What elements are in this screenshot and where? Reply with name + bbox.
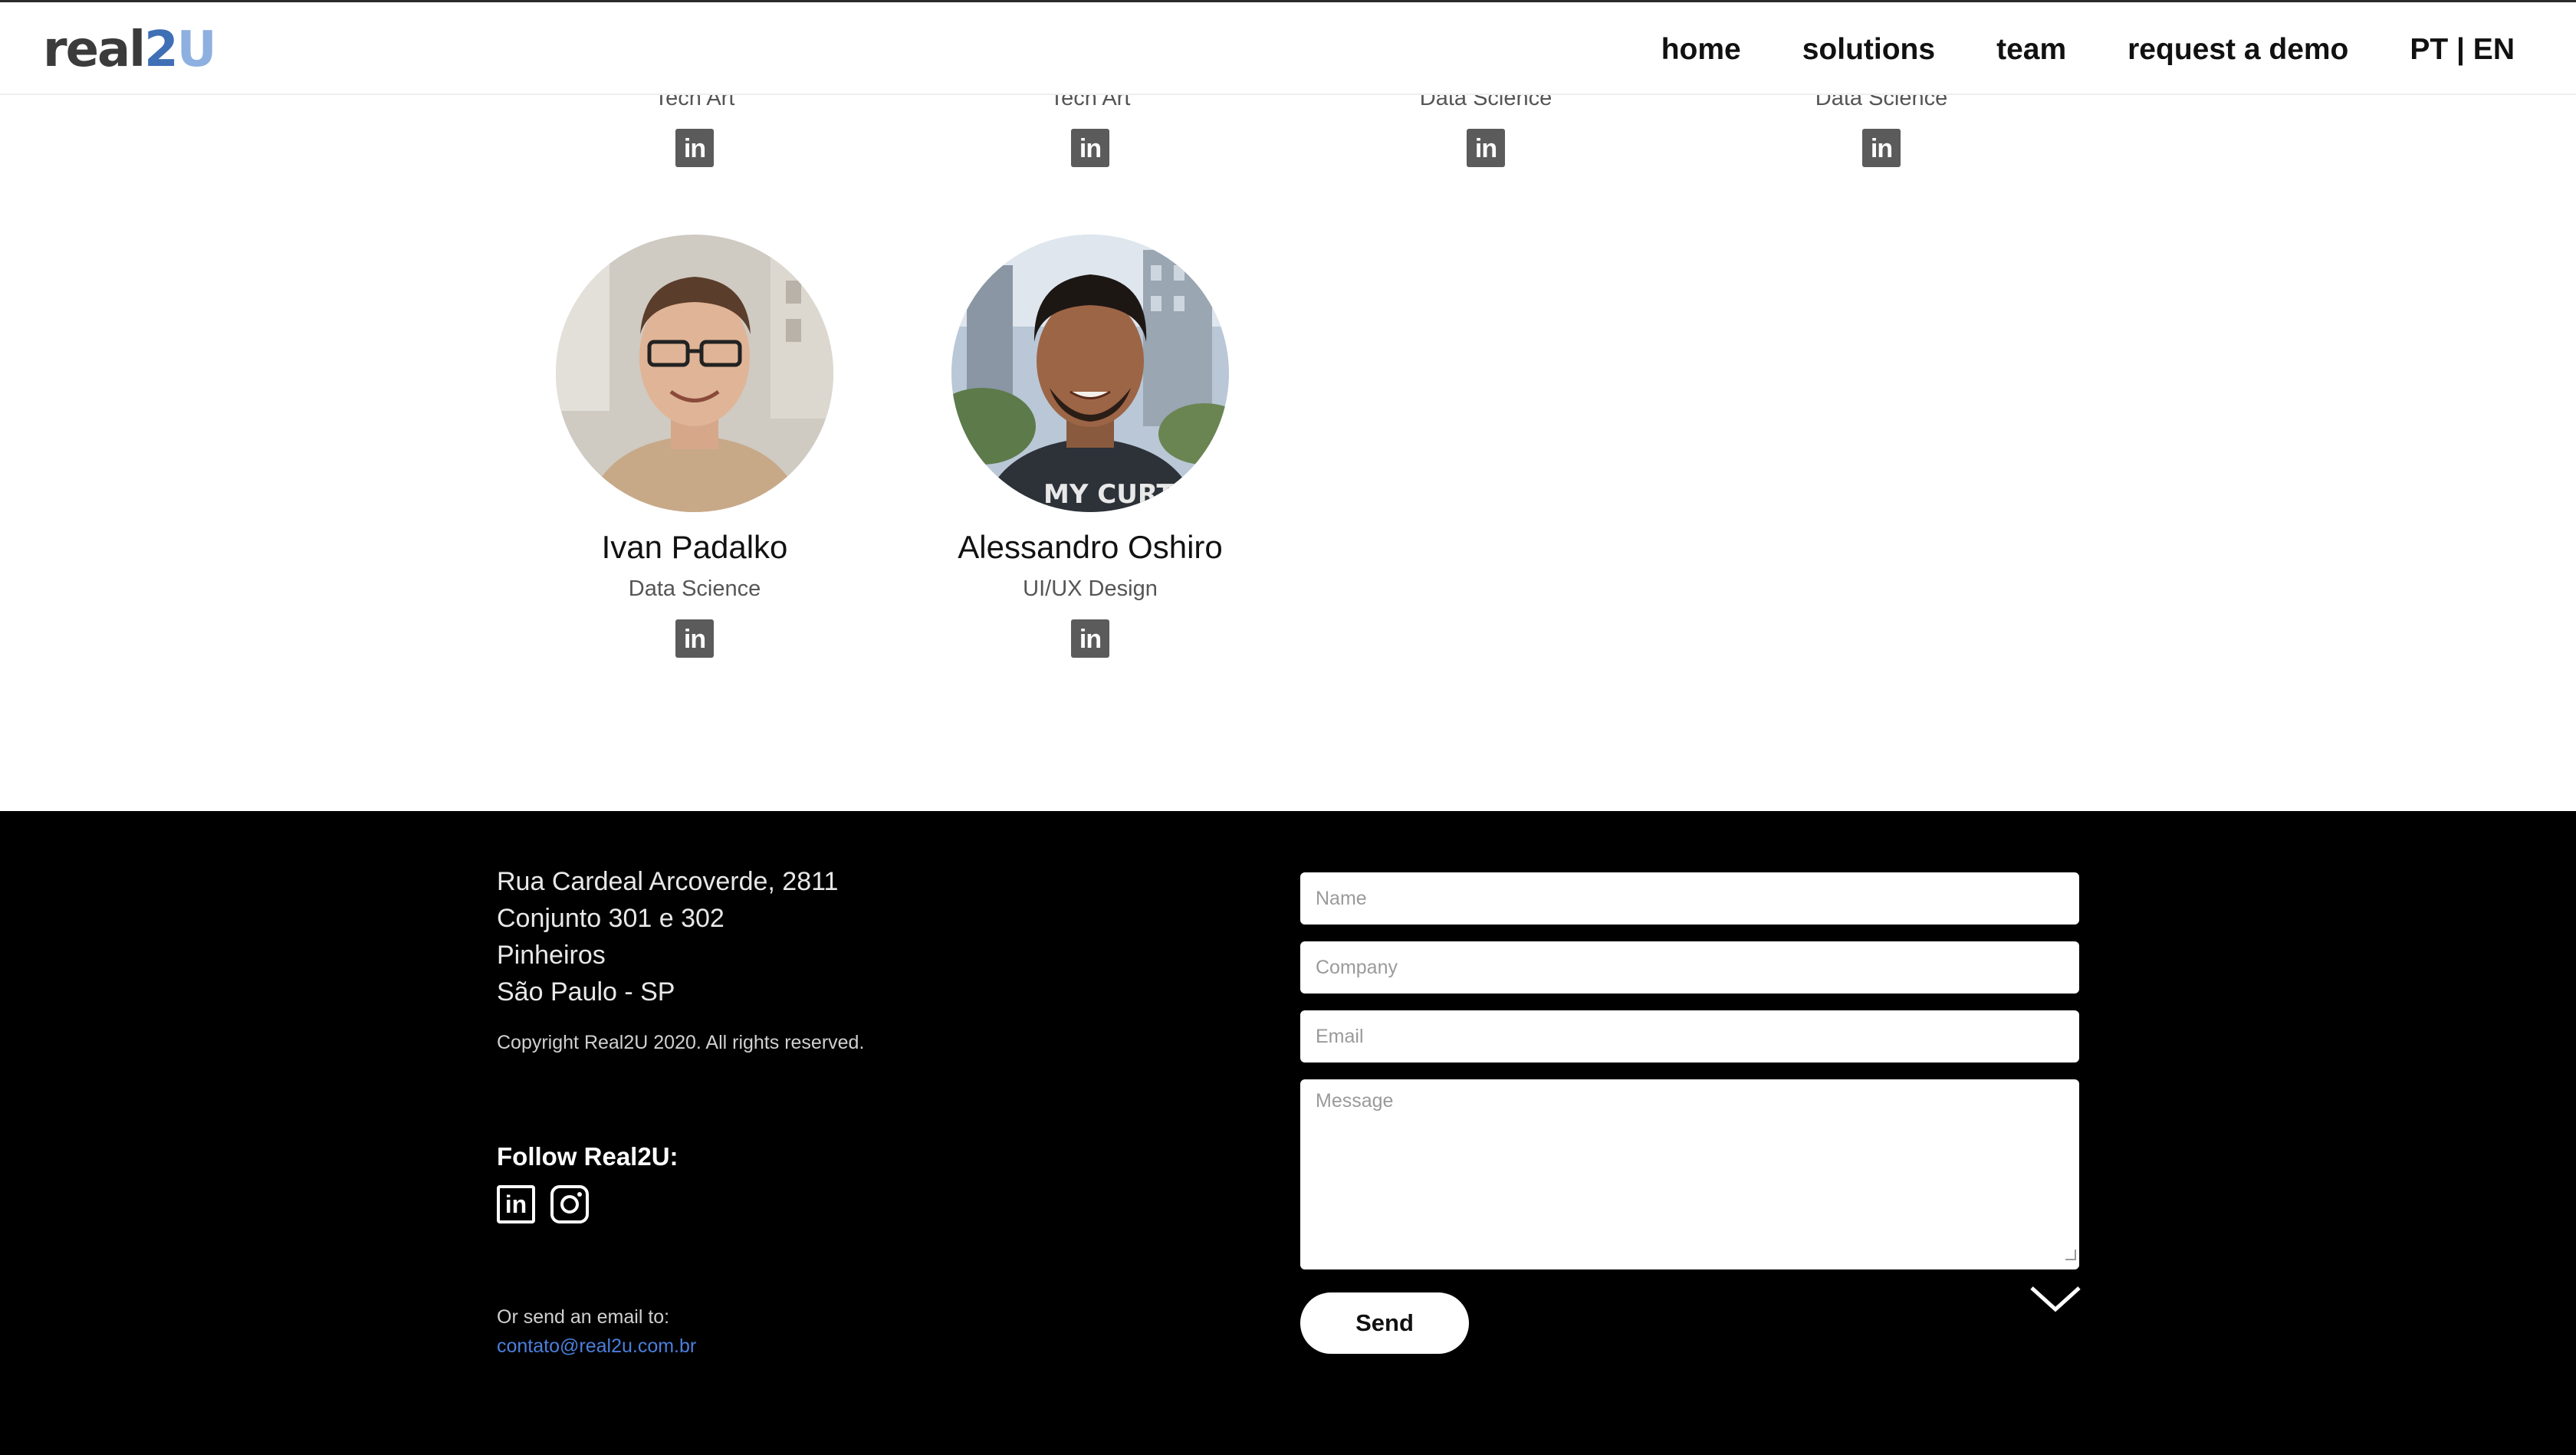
message-field[interactable] xyxy=(1300,1079,2079,1269)
member-role: UI/UX Design xyxy=(1023,576,1158,601)
email-field[interactable] xyxy=(1300,1010,2079,1063)
footer: Rua Cardeal Arcoverde, 2811 Conjunto 301… xyxy=(0,811,2576,1455)
language-switch[interactable]: PT | EN xyxy=(2410,28,2515,71)
member-photo-ivan xyxy=(556,235,833,512)
real2u-logo[interactable]: real2U xyxy=(43,22,217,77)
linkedin-icon[interactable]: in xyxy=(1071,619,1109,658)
nav-links: home solutions team request a demo PT | … xyxy=(1600,28,2515,71)
address-line: Pinheiros xyxy=(497,941,606,970)
instagram-dot xyxy=(577,1192,582,1197)
linkedin-icon[interactable]: in xyxy=(1071,129,1109,167)
svg-text:MY CURTO: MY CURTO xyxy=(1043,479,1197,510)
member-name: Alessandro Oshiro xyxy=(958,529,1223,565)
email-caption: Or send an email to: xyxy=(497,1306,670,1328)
address-line: Rua Cardeal Arcoverde, 2811 xyxy=(497,867,839,896)
linkedin-icon[interactable]: in xyxy=(675,619,714,658)
resize-grip[interactable] xyxy=(2065,1250,2076,1260)
address-line: Conjunto 301 e 302 xyxy=(497,904,724,933)
member-photo-alessandro: MY CURTO xyxy=(951,235,1229,512)
nav-home[interactable]: home xyxy=(1661,28,1741,71)
member-name: Ivan Padalko xyxy=(601,529,788,565)
linkedin-icon[interactable]: in xyxy=(1467,129,1505,167)
chevron-down-icon[interactable] xyxy=(2029,1283,2082,1314)
linkedin-icon[interactable]: in xyxy=(497,1185,535,1223)
company-field[interactable] xyxy=(1300,941,2079,994)
send-button[interactable]: Send xyxy=(1300,1292,1469,1354)
name-field[interactable] xyxy=(1300,872,2079,925)
instagram-icon[interactable] xyxy=(550,1185,589,1223)
address-line: São Paulo - SP xyxy=(497,977,675,1007)
top-navbar: real2U home solutions team request a dem… xyxy=(0,0,2576,95)
linkedin-icon[interactable]: in xyxy=(1862,129,1901,167)
email-link[interactable]: contato@real2u.com.br xyxy=(497,1335,696,1358)
nav-request-demo[interactable]: request a demo xyxy=(2128,28,2348,71)
linkedin-icon[interactable]: in xyxy=(675,129,714,167)
nav-solutions[interactable]: solutions xyxy=(1802,28,1935,71)
nav-team[interactable]: team xyxy=(1996,28,2066,71)
copyright-text: Copyright Real2U 2020. All rights reserv… xyxy=(497,1032,865,1053)
follow-label: Follow Real2U: xyxy=(497,1142,678,1171)
member-role: Data Science xyxy=(628,576,761,601)
instagram-lens xyxy=(560,1195,579,1214)
